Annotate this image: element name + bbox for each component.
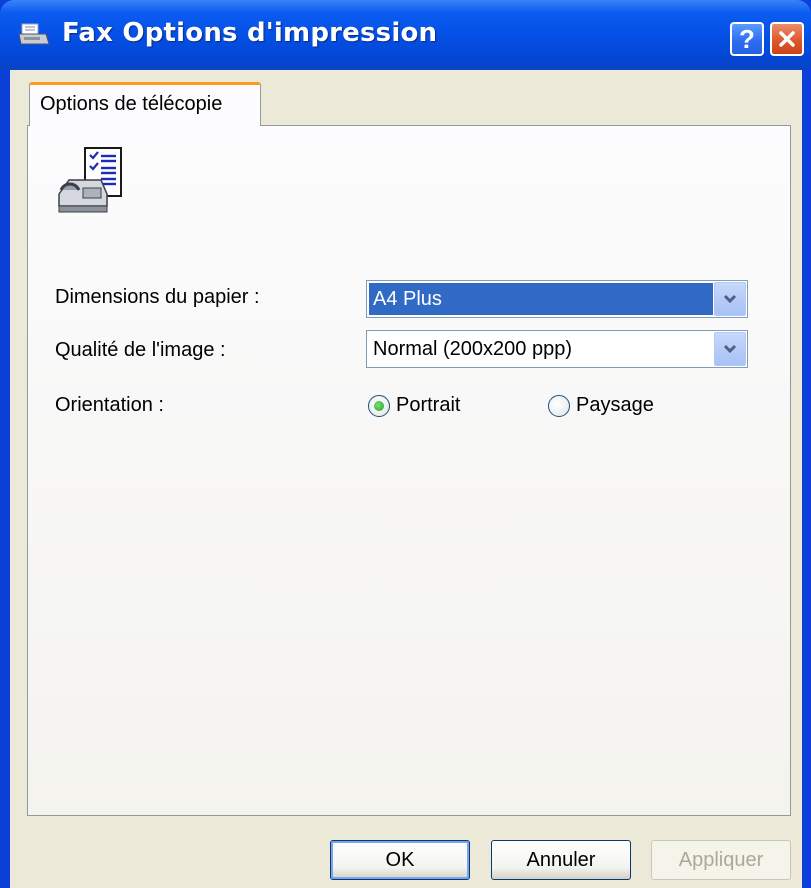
orientation-portrait-option[interactable]: Portrait xyxy=(368,394,460,417)
orientation-label: Orientation : xyxy=(55,394,164,416)
portrait-radio[interactable] xyxy=(368,394,390,417)
orientation-landscape-option[interactable]: Paysage xyxy=(548,394,654,417)
close-button[interactable] xyxy=(770,22,804,56)
fax-options-icon xyxy=(58,147,122,213)
portrait-label: Portrait xyxy=(396,394,461,416)
chevron-down-icon xyxy=(723,294,737,304)
dialog-window: Fax Options d'impression ? Options de té… xyxy=(0,0,811,888)
apply-button[interactable]: Appliquer xyxy=(651,840,791,880)
help-button[interactable]: ? xyxy=(730,22,764,56)
window-frame-right xyxy=(802,70,811,888)
paper-size-dropdown-button[interactable] xyxy=(714,282,746,316)
help-icon: ? xyxy=(739,23,755,54)
landscape-radio[interactable] xyxy=(548,394,570,417)
tab-options-telecopie[interactable]: Options de télécopie xyxy=(29,82,261,126)
landscape-label: Paysage xyxy=(576,394,654,416)
image-quality-select[interactable]: Normal (200x200 ppp) xyxy=(366,330,748,368)
window-frame-left xyxy=(0,70,10,888)
dialog-client-area: Options de télécopie Dimensions du papie… xyxy=(10,70,802,888)
window-title: Fax Options d'impression xyxy=(62,18,438,48)
cancel-button[interactable]: Annuler xyxy=(491,840,631,880)
paper-size-select[interactable]: A4 Plus xyxy=(366,280,748,318)
paper-size-label: Dimensions du papier : xyxy=(55,286,260,308)
ok-button[interactable]: OK xyxy=(330,840,470,880)
image-quality-dropdown-button[interactable] xyxy=(714,332,746,366)
title-bar[interactable]: Fax Options d'impression ? xyxy=(0,0,811,70)
image-quality-label: Qualité de l'image : xyxy=(55,339,226,361)
tab-panel: Dimensions du papier : A4 Plus Qualité d… xyxy=(27,125,791,816)
image-quality-value: Normal (200x200 ppp) xyxy=(373,338,572,360)
printer-fax-icon xyxy=(18,23,50,45)
close-icon xyxy=(779,31,795,47)
paper-size-value: A4 Plus xyxy=(369,283,713,315)
chevron-down-icon xyxy=(723,344,737,354)
